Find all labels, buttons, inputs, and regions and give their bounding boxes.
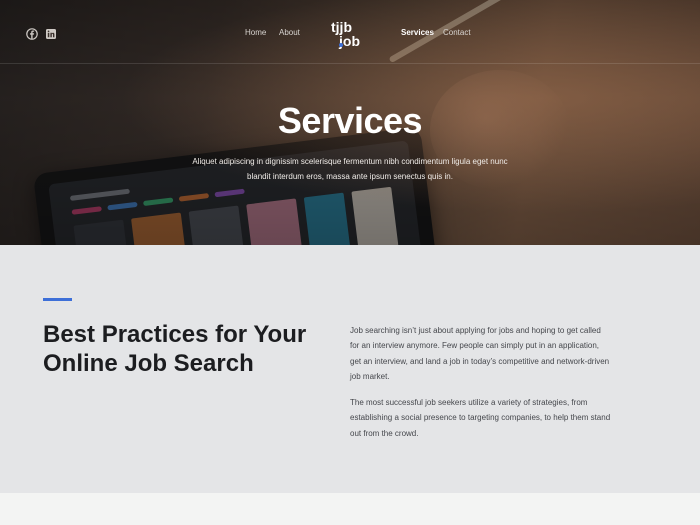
hero-subtitle: Aliquet adipiscing in dignissim sceleris… [192, 157, 508, 181]
facebook-icon[interactable] [26, 27, 38, 40]
nav-link-about[interactable]: About [279, 28, 300, 37]
nav-link-services[interactable]: Services [401, 28, 434, 37]
content-section: Best Practices for Your Online Job Searc… [0, 245, 700, 493]
top-navigation: Home About tjjb job Services Contact [0, 0, 700, 64]
footer-strip [0, 493, 700, 525]
hero-section: Home About tjjb job Services Contact Ser… [0, 0, 700, 245]
site-logo[interactable]: tjjb job [328, 18, 368, 50]
body-paragraph-1: Job searching isn’t just about applying … [350, 326, 610, 382]
page-title: Services [277, 100, 423, 141]
nav-link-home[interactable]: Home [245, 28, 266, 37]
accent-divider [43, 298, 72, 301]
nav-link-contact[interactable]: Contact [443, 28, 471, 37]
section-heading: Best Practices for Your Online Job Searc… [43, 321, 307, 377]
body-paragraph-2: The most successful job seekers utilize … [350, 398, 611, 438]
linkedin-icon[interactable] [45, 27, 57, 39]
